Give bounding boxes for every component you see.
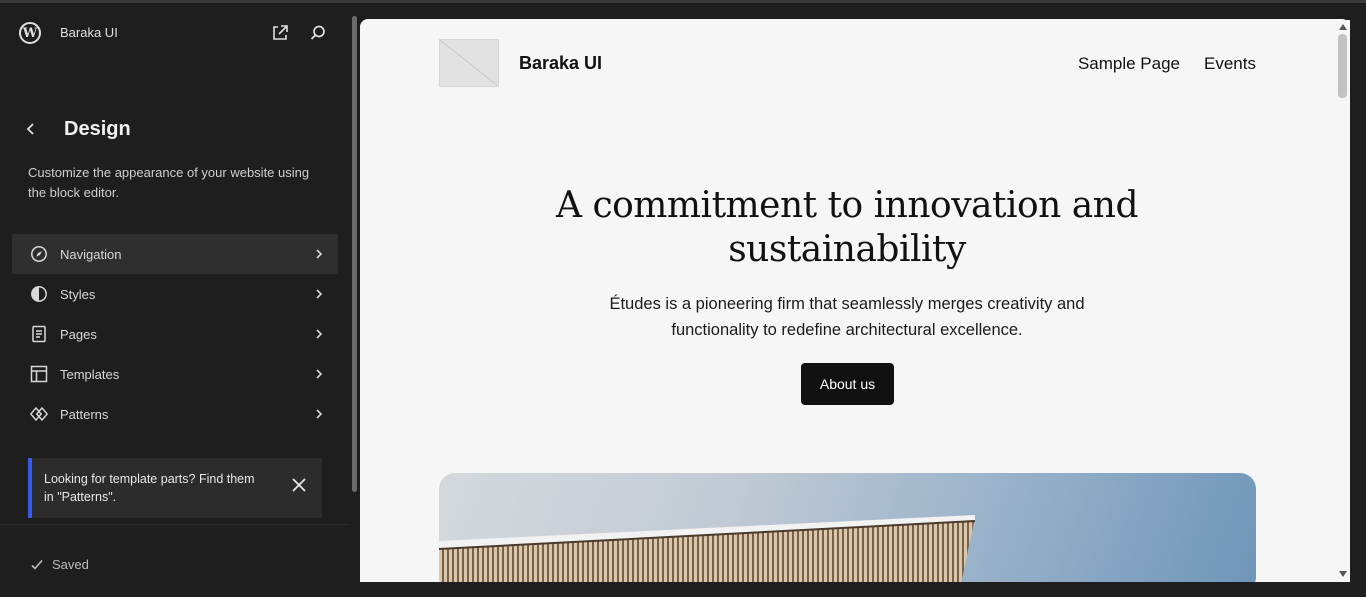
- nav-item-label: Templates: [60, 366, 120, 382]
- hero-text: Études is a pioneering firm that seamles…: [609, 295, 1085, 339]
- design-nav-list: Navigation Styles Pages Templates Patter…: [12, 234, 338, 434]
- nav-item-label: Navigation: [60, 246, 122, 262]
- nav-item-label: Styles: [60, 286, 96, 302]
- save-status: Saved: [52, 557, 89, 572]
- back-arrow-icon[interactable]: [19, 117, 41, 141]
- notice-text: Looking for template parts? Find them in…: [44, 472, 255, 504]
- template-parts-notice: Looking for template parts? Find them in…: [28, 458, 322, 518]
- sidebar-scrollbar[interactable]: [350, 6, 358, 522]
- nav-item-label: Patterns: [60, 406, 109, 422]
- site-name[interactable]: Baraka UI: [60, 25, 118, 40]
- chevron-right-icon: [316, 329, 323, 339]
- page-title: Design: [64, 118, 131, 140]
- nav-item-templates[interactable]: Templates: [12, 354, 338, 394]
- site-menu: Sample Page Events: [1078, 54, 1256, 74]
- site-logo-placeholder[interactable]: [439, 39, 499, 87]
- pages-icon: [32, 325, 46, 343]
- wordpress-icon[interactable]: W: [19, 22, 41, 44]
- sidebar: W Baraka UI Design Customize the appeara…: [0, 3, 348, 597]
- nav-item-navigation[interactable]: Navigation: [12, 234, 338, 274]
- chevron-right-icon: [316, 289, 323, 299]
- hero-title: A commitment to innovation and sustainab…: [556, 185, 1139, 270]
- hero-image: [439, 473, 1256, 582]
- nav-item-patterns[interactable]: Patterns: [12, 394, 338, 434]
- scrollbar-thumb[interactable]: [352, 16, 357, 492]
- patterns-icon: [30, 406, 48, 422]
- chevron-right-icon: [316, 249, 323, 259]
- site-preview[interactable]: Baraka UI Sample Page Events A commitmen…: [360, 19, 1350, 582]
- scroll-down-icon[interactable]: [1339, 571, 1347, 577]
- page-description: Customize the appearance of your website…: [28, 165, 310, 200]
- search-icon[interactable]: [309, 24, 327, 42]
- preview-scrollbar[interactable]: [1336, 20, 1350, 581]
- building-illustration: [439, 515, 976, 582]
- sidebar-header: W Baraka UI: [0, 3, 348, 63]
- nav-item-label: Pages: [60, 326, 97, 342]
- styles-icon: [31, 286, 47, 302]
- templates-icon: [30, 365, 48, 383]
- navigation-icon: [31, 246, 47, 262]
- menu-item-events[interactable]: Events: [1204, 54, 1256, 74]
- sidebar-footer: Saved: [0, 524, 348, 597]
- about-us-button[interactable]: About us: [801, 363, 894, 405]
- scrollbar-thumb[interactable]: [1338, 34, 1347, 98]
- chevron-right-icon: [316, 369, 323, 379]
- chevron-right-icon: [316, 409, 323, 419]
- check-icon: [31, 559, 43, 570]
- menu-item-sample-page[interactable]: Sample Page: [1078, 54, 1180, 74]
- scroll-up-icon[interactable]: [1339, 24, 1347, 30]
- nav-item-pages[interactable]: Pages: [12, 314, 338, 354]
- external-link-icon[interactable]: [271, 24, 289, 42]
- close-icon[interactable]: [288, 474, 310, 496]
- nav-item-styles[interactable]: Styles: [12, 274, 338, 314]
- site-title[interactable]: Baraka UI: [519, 53, 602, 74]
